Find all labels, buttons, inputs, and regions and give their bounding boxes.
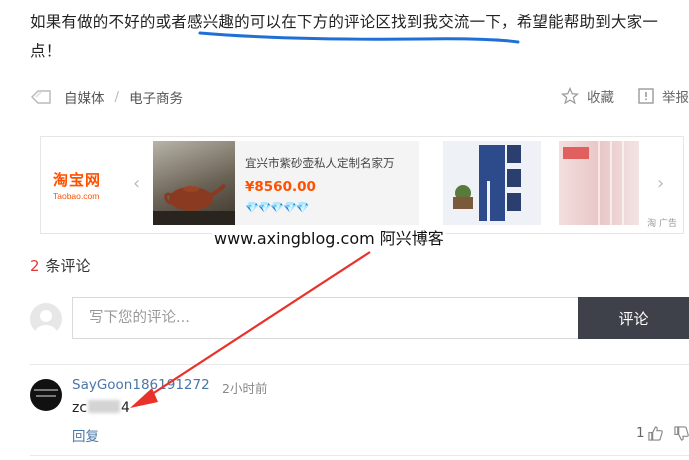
comment-divider bbox=[30, 364, 689, 365]
comment-author-name[interactable]: SayGoon186191272 bbox=[72, 377, 210, 393]
comment-text-prefix: zc bbox=[72, 400, 88, 416]
thumbs-up-icon bbox=[647, 425, 663, 441]
ad-label: 淘 广告 bbox=[647, 219, 677, 229]
comment-input-box bbox=[72, 297, 578, 339]
comment-timestamp: 2小时前 bbox=[222, 381, 268, 396]
taobao-logo-en: Taobao.com bbox=[53, 191, 100, 201]
like-count: 1 bbox=[636, 425, 645, 441]
favorite-label: 收藏 bbox=[587, 90, 614, 106]
comment-bottom-divider bbox=[30, 455, 689, 456]
comments-count: 2 bbox=[30, 257, 40, 275]
like-button[interactable]: 1 bbox=[636, 425, 663, 441]
tag-icon bbox=[30, 90, 51, 104]
report-icon bbox=[638, 88, 654, 104]
ad-product-jeans[interactable] bbox=[443, 141, 541, 225]
comments-title-label: 条评论 bbox=[45, 257, 91, 275]
ad-product-teapot[interactable]: 宜兴市紫砂壶私人定制名家万 ¥8560.00 💎💎💎💎💎 bbox=[153, 141, 419, 225]
comment-input[interactable] bbox=[73, 298, 578, 338]
comments-count-heading: 2 条评论 bbox=[30, 255, 91, 276]
report-button[interactable]: 举报 bbox=[638, 86, 689, 106]
seller-rating-diamonds: 💎💎💎💎💎 bbox=[245, 201, 309, 214]
taobao-logo-text: 淘宝网 bbox=[53, 172, 102, 189]
favorite-button[interactable]: 收藏 bbox=[561, 86, 614, 106]
article-paragraph: 如果有做的不好的或者感兴趣的可以在下方的评论区找到我交流一下，希望能帮助到大家一… bbox=[30, 8, 680, 66]
ad-prev-arrow-icon[interactable]: ‹ bbox=[133, 173, 140, 194]
thumbs-down-icon bbox=[674, 426, 689, 441]
reply-button[interactable]: 回复 bbox=[72, 425, 99, 445]
comment-author-avatar[interactable] bbox=[30, 379, 62, 411]
tag-separator: / bbox=[114, 89, 120, 105]
report-label: 举报 bbox=[662, 90, 689, 106]
current-user-avatar bbox=[30, 303, 62, 335]
jeans-image bbox=[453, 145, 521, 221]
comment-text: zc 4 bbox=[72, 400, 130, 416]
article-text-highlighted: 感兴趣的可以在下方的评论区找到我交流一下 bbox=[187, 13, 502, 31]
ad-product-price: ¥8560.00 bbox=[245, 179, 316, 195]
ad-product-curtain[interactable] bbox=[559, 141, 639, 225]
article-actions: 收藏 举报 bbox=[537, 86, 689, 106]
article-text-part1: 如果有做的不好的或者 bbox=[30, 13, 188, 31]
tag-zimeiti[interactable]: 自媒体 bbox=[64, 87, 105, 107]
star-icon bbox=[561, 87, 579, 105]
ad-next-arrow-icon[interactable]: › bbox=[657, 173, 664, 194]
ad-product-name: 宜兴市紫砂壶私人定制名家万 bbox=[245, 156, 395, 170]
taobao-ad-banner[interactable]: 淘宝网 Taobao.com ‹ 宜兴市紫砂壶私人定制名家万 ¥8560.00 … bbox=[40, 136, 684, 234]
tag-dianzishangwu[interactable]: 电子商务 bbox=[129, 87, 183, 107]
site-watermark: www.axingblog.com 阿兴博客 bbox=[212, 225, 446, 249]
taobao-logo: 淘宝网 Taobao.com bbox=[53, 169, 111, 201]
tag-bar: 自媒体 / 电子商务 bbox=[30, 86, 183, 108]
dislike-button[interactable] bbox=[674, 426, 689, 445]
submit-comment-button[interactable]: 评论 bbox=[578, 297, 689, 339]
redacted-text bbox=[88, 400, 121, 413]
curtain-image bbox=[563, 141, 624, 225]
comment-text-suffix: 4 bbox=[121, 400, 130, 416]
teapot-image bbox=[153, 141, 235, 225]
